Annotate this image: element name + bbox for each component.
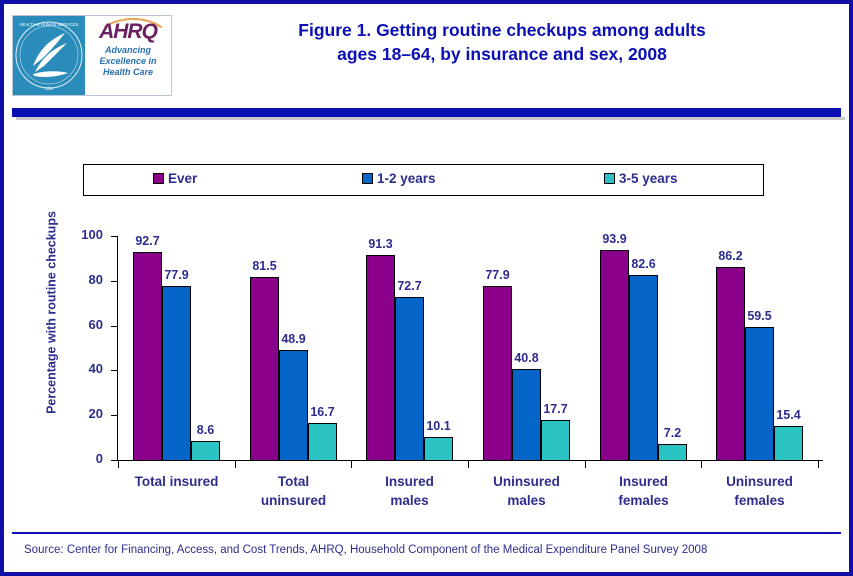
- bar-value-label: 77.9: [164, 268, 189, 282]
- bar-value-label: 7.2: [663, 426, 682, 440]
- bar-value-label: 81.5: [252, 259, 277, 273]
- y-tick-label: 20: [88, 406, 103, 422]
- y-tick-label: 40: [88, 361, 103, 377]
- x-category-label: Uninsured males: [459, 472, 594, 510]
- footer-divider: [12, 532, 841, 534]
- bar-value-label: 72.7: [397, 279, 422, 293]
- x-category-label: Insured females: [576, 472, 711, 510]
- y-tick-label: 60: [88, 316, 103, 332]
- x-category-label-line-1: females: [734, 493, 785, 508]
- y-axis-title: Percentage with routine checkups: [44, 211, 59, 414]
- y-tick-label: 0: [95, 451, 103, 466]
- source-note: Source: Center for Financing, Access, an…: [24, 544, 708, 556]
- chart-plot-area: Percentage with routine checkups 0 20 40 60…: [4, 4, 849, 572]
- x-tick-mark: [701, 461, 702, 468]
- ahrq-wordmark: AHRQ: [99, 20, 158, 43]
- bar[interactable]: [658, 444, 687, 461]
- x-tick-mark: [351, 461, 352, 468]
- bar-value-label: 48.9: [281, 332, 306, 346]
- bar-value-label: 86.2: [718, 249, 743, 263]
- x-tick-mark: [585, 461, 586, 468]
- x-category-label-line-0: Total insured: [134, 474, 219, 489]
- y-tick-mark: [111, 370, 117, 371]
- x-tick-mark: [118, 461, 119, 468]
- bar-value-label: 59.5: [747, 309, 772, 323]
- bar[interactable]: [716, 267, 745, 461]
- bar[interactable]: [600, 250, 629, 461]
- bar-value-label: 40.8: [514, 351, 539, 365]
- x-category-label: Total insured: [109, 472, 244, 491]
- bar-value-label: 16.7: [310, 405, 335, 419]
- x-category-label-line-1: males: [390, 493, 429, 508]
- x-category-label: Insured males: [342, 472, 477, 510]
- x-category-label-line-1: females: [618, 493, 669, 508]
- bar-value-label: 91.3: [368, 237, 393, 251]
- bar[interactable]: [541, 420, 570, 461]
- x-category-label-line-0: Uninsured: [493, 474, 560, 489]
- y-tick-mark: [111, 460, 117, 461]
- bar-value-label: 92.7: [135, 234, 160, 248]
- x-tick-mark: [235, 461, 236, 468]
- bar[interactable]: [483, 286, 512, 461]
- bar[interactable]: [308, 423, 337, 461]
- bar-value-label: 93.9: [602, 232, 627, 246]
- figure-container: HEALTH & HUMAN SERVICES USA AHRQ Advanci…: [0, 0, 853, 576]
- bar[interactable]: [774, 426, 803, 461]
- x-category-label-line-0: Total: [277, 474, 310, 489]
- x-category-label-line-0: Insured: [619, 474, 668, 489]
- bar[interactable]: [395, 297, 424, 461]
- bar-value-label: 77.9: [485, 268, 510, 282]
- x-category-label-line-1: males: [507, 493, 546, 508]
- bar-value-label: 17.7: [543, 402, 568, 416]
- x-category-label-line-0: Uninsured: [726, 474, 793, 489]
- x-category-label: Uninsured females: [692, 472, 827, 510]
- y-tick-mark: [111, 326, 117, 327]
- bar[interactable]: [191, 441, 220, 461]
- y-tick-mark: [111, 236, 117, 237]
- x-category-label-line-0: Insured: [385, 474, 434, 489]
- x-tick-mark: [468, 461, 469, 468]
- bar[interactable]: [250, 277, 279, 461]
- bar[interactable]: [424, 437, 453, 461]
- y-tick-label: 80: [88, 271, 103, 287]
- bar-value-label: 10.1: [426, 419, 451, 433]
- y-axis-line: [117, 236, 118, 461]
- bar-value-label: 15.4: [776, 408, 801, 422]
- bar[interactable]: [745, 327, 774, 461]
- y-tick-mark: [111, 281, 117, 282]
- x-tick-mark: [818, 461, 819, 468]
- bar[interactable]: [133, 252, 162, 461]
- bar-value-label: 82.6: [631, 257, 656, 271]
- y-tick-label: 100: [81, 227, 103, 242]
- x-category-label: Total uninsured: [226, 472, 361, 510]
- x-category-label-line-1: uninsured: [260, 493, 327, 508]
- bar-value-label: 8.6: [196, 423, 215, 437]
- y-tick-mark: [111, 415, 117, 416]
